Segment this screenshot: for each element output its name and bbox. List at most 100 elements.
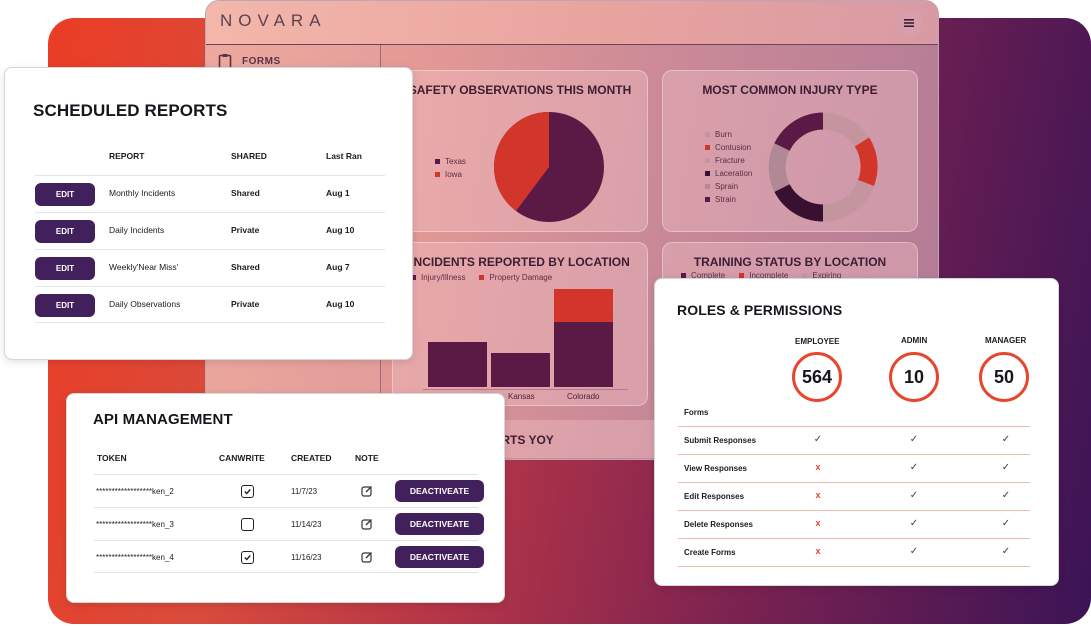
hamburger-icon xyxy=(904,19,914,27)
bar-location-1 xyxy=(428,342,487,387)
permission-row: Create Forms x ✓ ✓ xyxy=(678,539,1030,567)
bar-label: Colorado xyxy=(567,392,600,401)
checkmark-icon xyxy=(244,555,251,561)
column-header-created: CREATED xyxy=(291,453,332,463)
check-icon: ✓ xyxy=(1001,434,1011,445)
panel-title: TRAINING STATUS BY LOCATION xyxy=(693,255,887,269)
edit-note-icon[interactable] xyxy=(361,551,373,563)
x-icon: x xyxy=(815,546,821,556)
legend-swatch xyxy=(705,197,710,202)
injury-donut-chart xyxy=(768,112,878,222)
token-value: ******************ken_2 xyxy=(96,487,174,496)
column-header-report: REPORT xyxy=(109,151,145,161)
legend-label: Laceration xyxy=(715,169,753,178)
edit-button[interactable]: EDIT xyxy=(35,220,95,243)
table-row: EDIT Daily Incidents Private Aug 10 xyxy=(35,212,385,249)
edit-button[interactable]: EDIT xyxy=(35,183,95,206)
report-name: Daily Incidents xyxy=(109,225,165,235)
legend-label: Iowa xyxy=(445,170,462,179)
deactivate-button[interactable]: DEACTIVEATE xyxy=(395,480,484,502)
employee-count-badge: 564 xyxy=(792,352,842,402)
legend-swatch xyxy=(705,171,710,176)
bar-axis xyxy=(423,389,628,390)
edit-note-icon[interactable] xyxy=(361,485,373,497)
legend-label: Fracture xyxy=(715,156,745,165)
created-date: 11/14/23 xyxy=(291,520,322,529)
column-header-token: TOKEN xyxy=(97,453,127,463)
safety-observations-panel: SAFETY OBSERVATIONS THIS MONTH Texas Iow… xyxy=(392,70,648,232)
permission-row: View Responses x ✓ ✓ xyxy=(678,455,1030,483)
check-icon: ✓ xyxy=(909,462,919,473)
panel-title: INCIDENTS REPORTED BY LOCATION xyxy=(410,255,630,269)
incidents-location-panel: INCIDENTS REPORTED BY LOCATION Injury/Il… xyxy=(392,242,648,406)
admin-count-badge: 10 xyxy=(889,352,939,402)
section-label: Forms xyxy=(684,408,709,417)
deactivate-button[interactable]: DEACTIVEATE xyxy=(395,546,484,568)
edit-note-icon[interactable] xyxy=(361,518,373,530)
token-value: ******************ken_3 xyxy=(96,520,174,529)
injury-type-panel: MOST COMMON INJURY TYPE Burn Contusion F… xyxy=(662,70,918,232)
check-icon: ✓ xyxy=(1001,518,1011,529)
column-header-canwrite: CANWRITE xyxy=(219,453,265,463)
check-icon: ✓ xyxy=(1001,546,1011,557)
section-row: Forms xyxy=(678,400,1030,427)
role-header-employee: EMPLOYEE xyxy=(795,337,840,346)
last-ran: Aug 7 xyxy=(326,262,350,272)
permission-label: Edit Responses xyxy=(684,492,745,501)
panel-title: MOST COMMON INJURY TYPE xyxy=(702,83,878,97)
legend-label: Sprain xyxy=(715,182,739,191)
permission-row: Delete Responses x ✓ ✓ xyxy=(678,511,1030,539)
role-header-manager: MANAGER xyxy=(985,336,1027,345)
edit-button[interactable]: EDIT xyxy=(35,294,95,317)
canwrite-checkbox[interactable] xyxy=(241,551,254,564)
column-header-shared: SHARED xyxy=(231,151,267,161)
legend-swatch xyxy=(705,184,710,189)
table-row: ******************ken_3 11/14/23 DEACTIV… xyxy=(94,507,484,540)
check-icon: ✓ xyxy=(909,518,919,529)
legend-label: Burn xyxy=(715,130,732,139)
permission-label: Create Forms xyxy=(684,548,736,557)
report-name: Monthly Incidents xyxy=(109,188,176,198)
panel-title: SAFETY OBSERVATIONS THIS MONTH xyxy=(408,83,632,97)
shared-status: Shared xyxy=(231,262,260,272)
donut-segment-contusion xyxy=(854,137,878,187)
checkmark-icon xyxy=(244,489,251,495)
check-icon: ✓ xyxy=(1001,462,1011,473)
bar-colorado-property xyxy=(554,289,613,322)
permission-label: Submit Responses xyxy=(684,436,757,445)
canwrite-checkbox[interactable] xyxy=(241,518,254,531)
table-row: EDIT Monthly Incidents Shared Aug 1 xyxy=(35,175,385,212)
deactivate-button[interactable]: DEACTIVEATE xyxy=(395,513,484,535)
injury-legend: Burn Contusion Fracture Laceration Sprai… xyxy=(705,128,752,206)
legend-swatch xyxy=(705,145,710,150)
legend-swatch xyxy=(435,172,440,177)
token-value: ******************ken_4 xyxy=(96,553,174,562)
check-icon: ✓ xyxy=(1001,490,1011,501)
bar-kansas xyxy=(491,353,550,387)
canwrite-checkbox[interactable] xyxy=(241,485,254,498)
x-icon: x xyxy=(815,462,821,472)
table-row: EDIT Daily Observations Private Aug 10 xyxy=(35,286,385,323)
menu-button[interactable] xyxy=(896,10,922,36)
column-header-last-ran: Last Ran xyxy=(326,151,362,161)
permission-label: Delete Responses xyxy=(684,520,753,529)
check-icon: ✓ xyxy=(909,546,919,557)
created-date: 11/7/23 xyxy=(291,487,318,496)
check-icon: ✓ xyxy=(909,490,919,501)
sidebar-item-label: FORMS xyxy=(242,55,281,67)
legend-label: Property Damage xyxy=(489,273,553,282)
card-title: API MANAGEMENT xyxy=(93,411,233,428)
shared-status: Shared xyxy=(231,188,260,198)
permission-row: Submit Responses ✓ ✓ ✓ xyxy=(678,427,1030,455)
legend-label: Contusion xyxy=(715,143,752,152)
incidents-legend: Injury/Illness Property Damage xyxy=(411,271,552,284)
x-icon: x xyxy=(815,490,821,500)
dashboard-header: NOVARA xyxy=(206,1,938,45)
edit-button[interactable]: EDIT xyxy=(35,257,95,280)
role-header-admin: ADMIN xyxy=(901,336,928,345)
report-name: Daily Observations xyxy=(109,299,181,309)
donut-segment-burn xyxy=(822,179,874,222)
scheduled-reports-card: SCHEDULED REPORTS REPORT SHARED Last Ran… xyxy=(4,67,413,360)
novara-logo: NOVARA xyxy=(220,11,327,30)
app-stage: NOVARA FORMS SAFETY OBSERVATIONS THIS MO… xyxy=(0,0,1091,626)
